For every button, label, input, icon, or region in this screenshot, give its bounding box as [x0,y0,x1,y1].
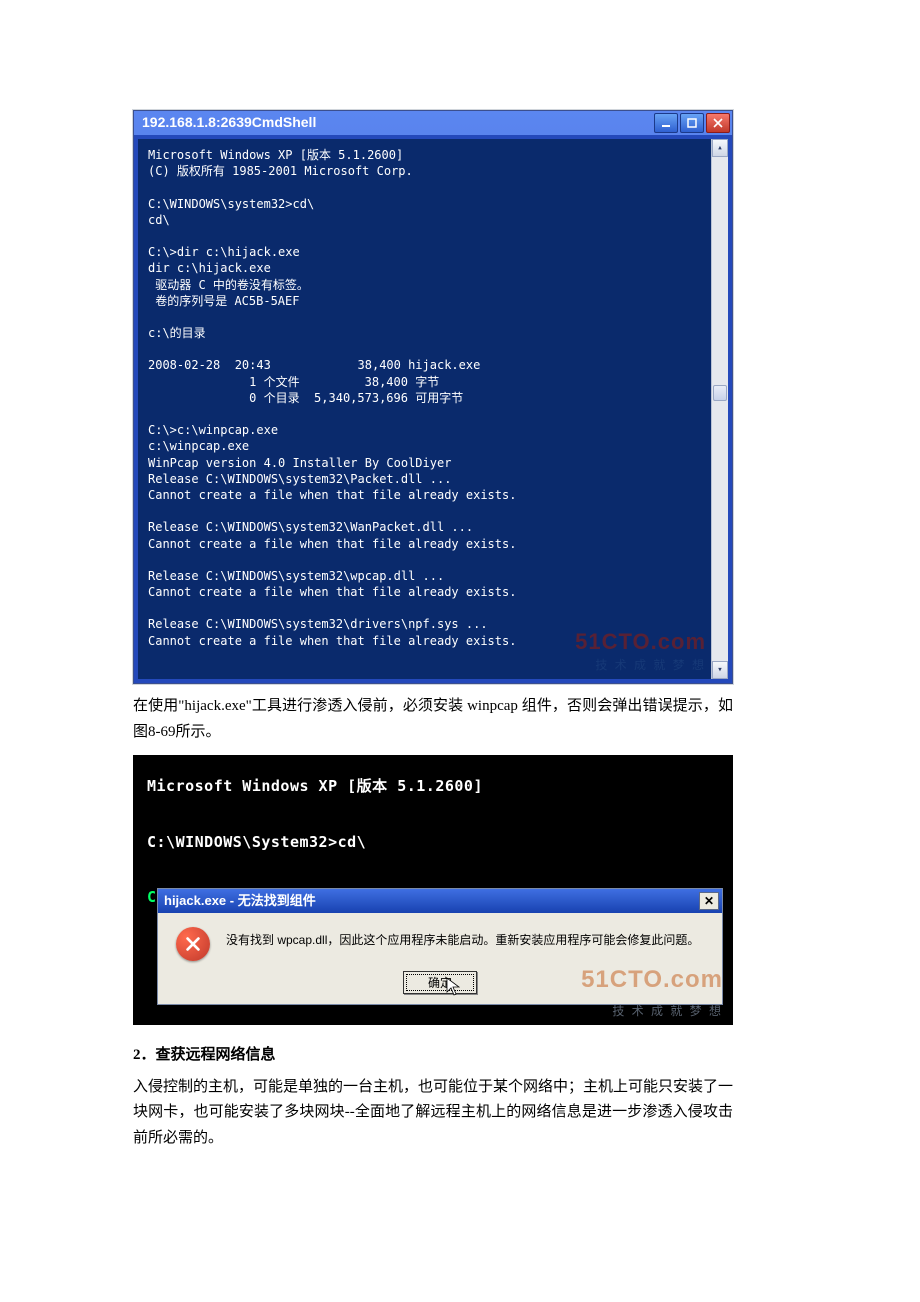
error-dialog-title: hijack.exe - 无法找到组件 [164,890,316,912]
section-heading: 2．查获远程网络信息 [133,1043,733,1069]
paragraph-before-error: 在使用"hijack.exe"工具进行渗透入侵前，必须安装 winpcap 组件… [133,694,733,745]
cmdshell-output: Microsoft Windows XP [版本 5.1.2600] (C) 版… [148,147,718,649]
scroll-up-button[interactable]: ▴ [712,139,728,157]
error-dialog-titlebar[interactable]: hijack.exe - 无法找到组件 ✕ [158,889,722,913]
close-button[interactable] [706,113,730,133]
error-icon [176,927,210,961]
scroll-down-button[interactable]: ▾ [712,661,728,679]
error-dialog-message: 没有找到 wpcap.dll，因此这个应用程序未能启动。重新安装应用程序可能会修… [226,927,699,949]
cmdshell-window: 192.168.1.8:2639CmdShell Microsoft Windo… [133,110,733,684]
scroll-thumb[interactable] [713,385,727,401]
error-dialog: hijack.exe - 无法找到组件 ✕ 没有找到 wpcap.dll，因此这… [157,888,723,1005]
paragraph-network-info: 入侵控制的主机，可能是单独的一台主机，也可能位于某个网络中；主机上可能只安装了一… [133,1075,733,1152]
cursor-icon [446,977,460,1006]
cmdshell-titlebar[interactable]: 192.168.1.8:2639CmdShell [134,111,732,135]
error-dialog-ok-button[interactable]: 确定 [403,971,477,994]
maximize-button[interactable] [680,113,704,133]
minimize-button[interactable] [654,113,678,133]
cmdshell-terminal[interactable]: Microsoft Windows XP [版本 5.1.2600] (C) 版… [138,139,728,679]
cmd-window: Microsoft Windows XP [版本 5.1.2600] C:\WI… [133,755,733,1025]
error-dialog-close-button[interactable]: ✕ [699,892,719,910]
watermark-sub: 技 术 成 就 梦 想 [575,657,706,673]
scroll-track[interactable] [712,157,728,661]
scrollbar[interactable]: ▴ ▾ [711,139,728,679]
cmdshell-title: 192.168.1.8:2639CmdShell [142,111,316,135]
